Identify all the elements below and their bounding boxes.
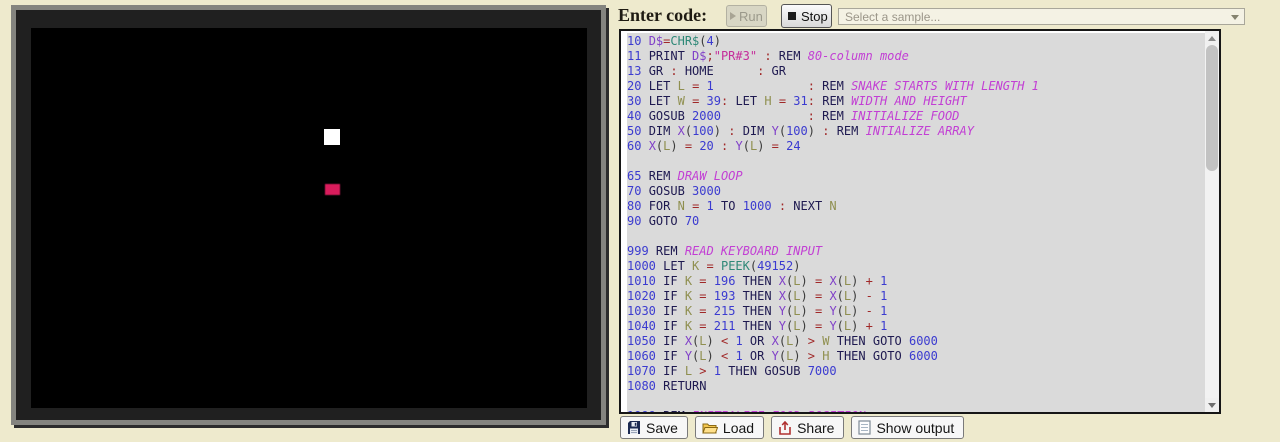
output-document-icon: [858, 420, 871, 435]
sample-select-value: Select a sample...: [845, 10, 940, 24]
code-line: 20 LET L = 1 : REM SNAKE STARTS WITH LEN…: [627, 79, 1197, 94]
chevron-down-icon: [1231, 15, 1239, 20]
code-line: 80 FOR N = 1 TO 1000 : NEXT N: [627, 199, 1197, 214]
share-button-label: Share: [797, 420, 834, 436]
run-button-label: Run: [739, 9, 763, 24]
scroll-up-icon: [1208, 36, 1216, 41]
share-icon: [778, 421, 792, 435]
code-line: [627, 154, 1197, 169]
editor-scrollbar[interactable]: [1205, 31, 1219, 412]
sample-select[interactable]: Select a sample...: [838, 8, 1245, 25]
scrollbar-up-button[interactable]: [1205, 31, 1219, 45]
code-line: 1000 LET K = PEEK(49152): [627, 259, 1197, 274]
save-button[interactable]: Save: [620, 416, 688, 439]
code-line: 70 GOSUB 3000: [627, 184, 1197, 199]
code-line: 1010 IF K = 196 THEN X(L) = X(L) + 1: [627, 274, 1197, 289]
stop-button[interactable]: Stop: [781, 4, 832, 28]
code-line: 1040 IF K = 211 THEN Y(L) = Y(L) + 1: [627, 319, 1197, 334]
code-line: 1070 IF L > 1 THEN GOSUB 7000: [627, 364, 1197, 379]
play-icon: [730, 12, 736, 20]
stop-icon: [788, 12, 796, 20]
show-output-button[interactable]: Show output: [851, 416, 964, 439]
code-line: 13 GR : HOME : GR: [627, 64, 1197, 79]
enter-code-label: Enter code:: [618, 5, 707, 26]
floppy-disk-icon: [627, 421, 641, 435]
code-line: 1050 IF X(L) < 1 OR X(L) > W THEN GOTO 6…: [627, 334, 1197, 349]
code-line: 60 X(L) = 20 : Y(L) = 24: [627, 139, 1197, 154]
code-line: [627, 394, 1197, 409]
scroll-down-icon: [1208, 403, 1216, 408]
apple2-display-bezel: [11, 5, 606, 425]
code-line: 30 LET W = 39: LET H = 31: REM WIDTH AND…: [627, 94, 1197, 109]
folder-open-icon: [702, 421, 718, 435]
code-line: 50 DIM X(100) : DIM Y(100) : REM INTIALI…: [627, 124, 1197, 139]
snake-pixel: [324, 129, 340, 145]
code-line: 10 D$=CHR$(4): [627, 34, 1197, 49]
code-line: 1080 RETURN: [627, 379, 1197, 394]
load-button-label: Load: [723, 420, 754, 436]
code-line: 999 REM READ KEYBOARD INPUT: [627, 244, 1197, 259]
run-button[interactable]: Run: [726, 5, 767, 27]
load-button[interactable]: Load: [695, 416, 764, 439]
scrollbar-thumb[interactable]: [1206, 45, 1218, 171]
stop-button-label: Stop: [801, 9, 828, 24]
code-line: 40 GOSUB 2000 : REM INITIALIZE FOOD: [627, 109, 1197, 124]
apple2-screen: [31, 28, 587, 408]
code-line: 11 PRINT D$;"PR#3" : REM 80-column mode: [627, 49, 1197, 64]
editor-actions: Save Load Share Show output: [620, 416, 964, 439]
scrollbar-down-button[interactable]: [1205, 398, 1219, 412]
code-line: 1030 IF K = 215 THEN Y(L) = Y(L) - 1: [627, 304, 1197, 319]
code-line: 1060 IF Y(L) < 1 OR Y(L) > H THEN GOTO 6…: [627, 349, 1197, 364]
food-pixel: [325, 184, 340, 195]
code-editor[interactable]: 10 D$=CHR$(4)11 PRINT D$;"PR#3" : REM 80…: [619, 29, 1221, 414]
code-line: 65 REM DRAW LOOP: [627, 169, 1197, 184]
code-line: [627, 229, 1197, 244]
code-line: 1999 REM INITIALIZE FOOD POSITION: [627, 409, 1197, 414]
share-button[interactable]: Share: [771, 416, 844, 439]
code-line: 90 GOTO 70: [627, 214, 1197, 229]
code-line: 1020 IF K = 193 THEN X(L) = X(L) - 1: [627, 289, 1197, 304]
show-output-button-label: Show output: [876, 420, 954, 436]
code-content[interactable]: 10 D$=CHR$(4)11 PRINT D$;"PR#3" : REM 80…: [627, 34, 1197, 414]
save-button-label: Save: [646, 420, 678, 436]
